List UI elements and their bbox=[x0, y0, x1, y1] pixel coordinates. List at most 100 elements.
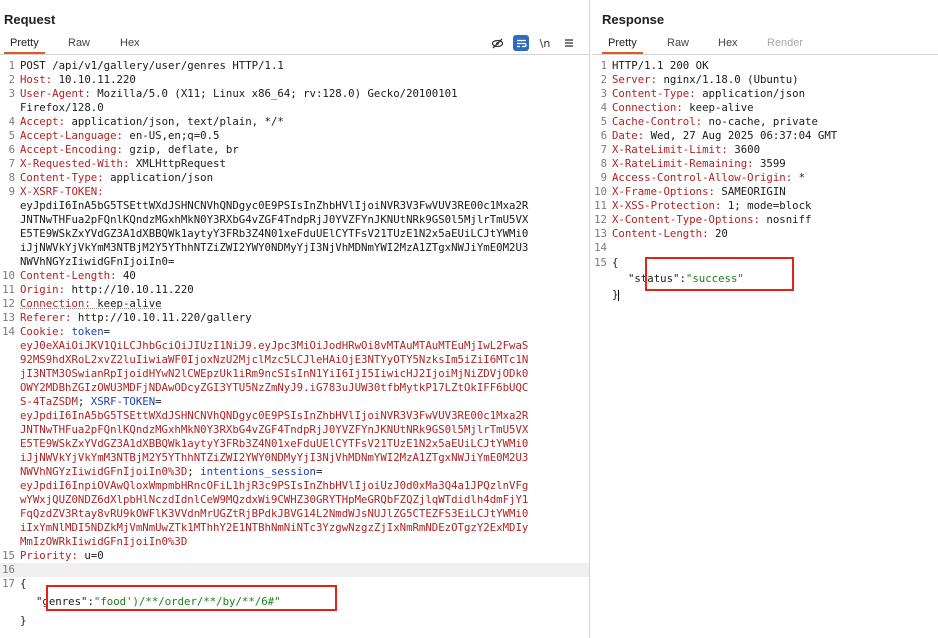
code-line: 7 X-RateLimit-Limit: 3600 bbox=[592, 143, 938, 157]
code-text: X-XSS-Protection: 1; mode=block bbox=[612, 199, 811, 213]
code-text: Firefox/128.0 bbox=[20, 101, 104, 115]
code-text: Accept-Encoding: gzip, deflate, br bbox=[20, 143, 239, 157]
code-line: S-4TaZSDM; XSRF-TOKEN= bbox=[0, 395, 589, 409]
header-name: Date: bbox=[612, 129, 645, 142]
code-text: Cookie: token= bbox=[20, 325, 110, 339]
code-line: 3 User-Agent: Mozilla/5.0 (X11; Linux x86… bbox=[0, 87, 589, 101]
code-line: 2 Host: 10.10.11.220 bbox=[0, 73, 589, 87]
tab-request-raw[interactable]: Raw bbox=[68, 37, 90, 49]
code-line: 6 Date: Wed, 27 Aug 2025 06:37:04 GMT bbox=[592, 129, 938, 143]
request-line: POST /api/v1/gallery/user/genres HTTP/1.… bbox=[20, 59, 284, 72]
header-value: http://10.10.11.220 bbox=[65, 283, 194, 296]
header-name: Cookie: bbox=[20, 325, 66, 338]
code-text: Accept-Language: en-US,en;q=0.5 bbox=[20, 129, 219, 143]
header-value: SAMEORIGIN bbox=[714, 185, 786, 198]
code-text: X-XSRF-TOKEN: bbox=[20, 185, 104, 199]
code-line: JNTNwTHFua2pFQnlKQndzMGxhMkN0Y3RXbG4vZGF… bbox=[0, 213, 589, 227]
code-text: { bbox=[612, 256, 618, 270]
code-text: eyJ0eXAiOiJKV1QiLCJhbGciOiJIUzI1NiJ9.eyJ… bbox=[20, 339, 528, 353]
cookie-name: intentions_session bbox=[200, 465, 316, 478]
code-line: OWY2MDBhZGIzOWU3MDFjNDAwODcyZGI3YTU5NzZm… bbox=[0, 381, 589, 395]
tab-response-pretty[interactable]: Pretty bbox=[602, 37, 643, 54]
tab-response-raw[interactable]: Raw bbox=[667, 37, 689, 49]
cookie-value: eyJpdiI6InA5bG5TSEttWXdJSHNCNVhQNDgyc0E9… bbox=[20, 409, 529, 422]
code-line: NWVhNGYzIiwidGFnIjoiIn0= bbox=[0, 255, 589, 269]
code-line: 4 Accept: application/json, text/plain, *… bbox=[0, 115, 589, 129]
code-text: User-Agent: Mozilla/5.0 (X11; Linux x86_… bbox=[20, 87, 458, 101]
cookie-value: iJjNWVkYjVkYmM3NTBjM2Y5YThhNTZiZWI2YWY0N… bbox=[20, 451, 529, 464]
code-text: JNTNwTHFua2pFQnlKQndzMGxhMkN0Y3RXbG4vZGF… bbox=[20, 423, 528, 437]
code-line: E5TE9WSkZxYVdGZ3A1dXBBQWk1aytyY3FRb3Z4N0… bbox=[0, 227, 589, 241]
code-text: eyJpdiI6InA5bG5TSEttWXdJSHNCNVhQNDgyc0E9… bbox=[20, 409, 528, 423]
code-line: E5TE9WSkZxYVdGZ3A1dXBBQWk1aytyY3FRb3Z4N0… bbox=[0, 437, 589, 451]
header-name: X-XSS-Protection: bbox=[612, 199, 722, 212]
code-line: iJjNWVkYjVkYmM3NTBjM2Y5YThhNTZiZWI2YWY0N… bbox=[0, 241, 589, 255]
code-text: FqQzdZV3Rtay8vRU9kOWFlK3VVdnMrUGZtRjBPdk… bbox=[20, 507, 528, 521]
header-name: Origin: bbox=[20, 283, 66, 296]
header-value: application/json bbox=[695, 87, 806, 100]
code-text: NWVhNGYzIiwidGFnIjoiIn0%3D; intentions_s… bbox=[20, 465, 322, 479]
header-name: Content-Type: bbox=[612, 87, 696, 100]
cookie-value: JNTNwTHFua2pFQnlKQndzMGxhMkN0Y3RXbG4vZGF… bbox=[20, 423, 529, 436]
request-editor[interactable]: 1 POST /api/v1/gallery/user/genres HTTP/1… bbox=[0, 58, 589, 638]
wrap-lines-icon[interactable] bbox=[513, 35, 529, 51]
header-value: 3600 bbox=[727, 143, 761, 156]
line-number: 3 bbox=[8, 87, 15, 100]
tab-response-hex[interactable]: Hex bbox=[718, 37, 738, 49]
code-text: Referer: http://10.10.11.220/gallery bbox=[20, 311, 252, 325]
tab-response-render[interactable]: Render bbox=[767, 37, 803, 49]
code-text: Priority: u=0 bbox=[20, 549, 104, 563]
tab-request-hex[interactable]: Hex bbox=[120, 37, 140, 49]
code-line: 9 X-XSRF-TOKEN: bbox=[0, 185, 589, 199]
code-line: 14 bbox=[592, 241, 938, 255]
line-number: 17 bbox=[2, 577, 15, 590]
response-editor[interactable]: 1 HTTP/1.1 200 OK 2 Server: nginx/1.18.0 (U… bbox=[592, 58, 938, 638]
code-text: Date: Wed, 27 Aug 2025 06:37:04 GMT bbox=[612, 129, 837, 143]
header-value: keep-alive bbox=[90, 297, 162, 310]
code-line: iIxYmNlMDI5NDZkMjVmNmUwZTk1MThhY2E1NTBhN… bbox=[0, 521, 589, 535]
line-number: 6 bbox=[8, 143, 15, 156]
line-number: 12 bbox=[2, 297, 15, 310]
header-value: iJjNWVkYjVkYmM3NTBjM2Y5YThhNTZiZWI2YWY0N… bbox=[20, 241, 529, 254]
code-text: Host: 10.10.11.220 bbox=[20, 73, 136, 87]
header-name: Host: bbox=[20, 73, 53, 86]
code-line: 3 Content-Type: application/json bbox=[592, 87, 938, 101]
menu-icon[interactable] bbox=[561, 35, 577, 51]
code-text: Content-Type: application/json bbox=[612, 87, 805, 101]
line-number: 7 bbox=[600, 143, 607, 156]
line-number: 13 bbox=[594, 227, 607, 240]
cookie-value: MmIzOWRkIiwidGFnIjoiIn0%3D bbox=[20, 535, 188, 548]
cookie-equals: = bbox=[316, 465, 323, 478]
code-line: Firefox/128.0 bbox=[0, 101, 589, 115]
header-value: no-cache, private bbox=[702, 115, 818, 128]
line-number: 5 bbox=[8, 129, 15, 142]
header-value: { bbox=[20, 577, 27, 590]
line-number: 15 bbox=[594, 256, 607, 269]
tab-request-pretty[interactable]: Pretty bbox=[4, 37, 45, 54]
response-tabs: Pretty Raw Hex Render bbox=[592, 33, 938, 55]
code-line: 12 Connection: keep-alive bbox=[0, 297, 589, 311]
header-value: 10.10.11.220 bbox=[52, 73, 136, 86]
code-text: Content-Type: application/json bbox=[20, 171, 213, 185]
code-text: OWY2MDBhZGIzOWU3MDFjNDAwODcyZGI3YTU5NzZm… bbox=[20, 381, 528, 395]
eye-slash-icon[interactable] bbox=[489, 35, 505, 51]
code-text: Server: nginx/1.18.0 (Ubuntu) bbox=[612, 73, 799, 87]
code-text: iIxYmNlMDI5NDZkMjVmNmUwZTk1MThhY2E1NTBhN… bbox=[20, 521, 528, 535]
header-name: Content-Length: bbox=[612, 227, 709, 240]
code-line: 1 HTTP/1.1 200 OK bbox=[592, 59, 938, 73]
code-line: 13 Referer: http://10.10.11.220/gallery bbox=[0, 311, 589, 325]
code-line: eyJ0eXAiOiJKV1QiLCJhbGciOiJIUzI1NiJ9.eyJ… bbox=[0, 339, 589, 353]
header-value: application/json bbox=[103, 171, 214, 184]
code-line: 12 X-Content-Type-Options: nosniff bbox=[592, 213, 938, 227]
header-name: X-XSRF-TOKEN: bbox=[20, 185, 104, 198]
code-line: iJjNWVkYjVkYmM3NTBjM2Y5YThhNTZiZWI2YWY0N… bbox=[0, 451, 589, 465]
newline-icon[interactable]: \n bbox=[537, 35, 553, 51]
request-title: Request bbox=[4, 12, 56, 27]
code-line: 5 Accept-Language: en-US,en;q=0.5 bbox=[0, 129, 589, 143]
line-number: 10 bbox=[2, 269, 15, 282]
code-line: 11 Origin: http://10.10.11.220 bbox=[0, 283, 589, 297]
line-number: 8 bbox=[600, 157, 607, 170]
line-number: 5 bbox=[600, 115, 607, 128]
header-value: en-US,en;q=0.5 bbox=[122, 129, 220, 142]
header-name: Access-Control-Allow-Origin: bbox=[612, 171, 793, 184]
